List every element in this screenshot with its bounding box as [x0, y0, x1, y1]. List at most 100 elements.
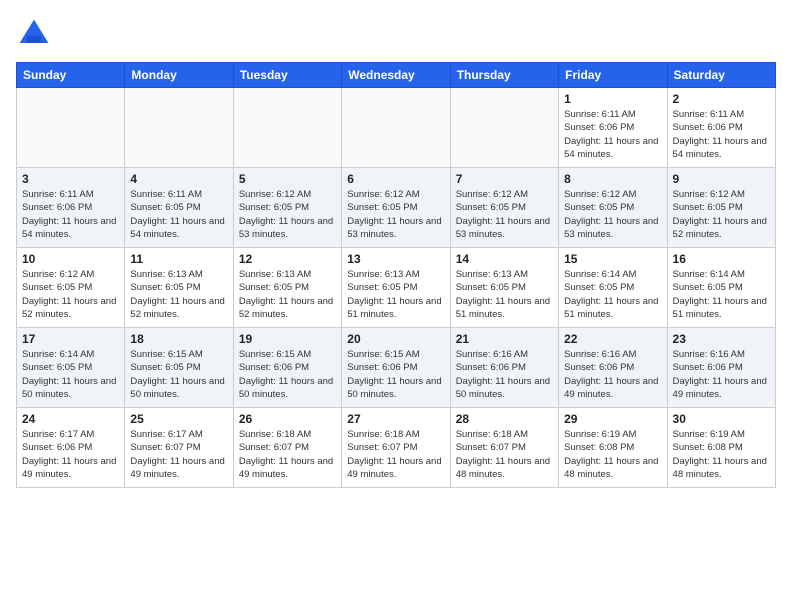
day-cell: 30 Sunrise: 6:19 AM Sunset: 6:08 PM Dayli…	[667, 408, 775, 488]
day-info: Sunrise: 6:18 AM Sunset: 6:07 PM Dayligh…	[347, 428, 444, 481]
day-info: Sunrise: 6:18 AM Sunset: 6:07 PM Dayligh…	[456, 428, 553, 481]
day-info: Sunrise: 6:18 AM Sunset: 6:07 PM Dayligh…	[239, 428, 336, 481]
day-cell: 23 Sunrise: 6:16 AM Sunset: 6:06 PM Dayli…	[667, 328, 775, 408]
day-cell: 27 Sunrise: 6:18 AM Sunset: 6:07 PM Dayli…	[342, 408, 450, 488]
weekday-header-tuesday: Tuesday	[233, 63, 341, 88]
week-row-3: 10 Sunrise: 6:12 AM Sunset: 6:05 PM Dayli…	[17, 248, 776, 328]
day-info: Sunrise: 6:15 AM Sunset: 6:05 PM Dayligh…	[130, 348, 227, 401]
day-cell	[342, 88, 450, 168]
day-info: Sunrise: 6:14 AM Sunset: 6:05 PM Dayligh…	[22, 348, 119, 401]
day-info: Sunrise: 6:14 AM Sunset: 6:05 PM Dayligh…	[673, 268, 770, 321]
day-number: 4	[130, 172, 227, 186]
week-row-5: 24Sunrise: 6:17 AM Sunset: 6:06 PM Dayli…	[17, 408, 776, 488]
day-number: 10	[22, 252, 119, 266]
day-cell: 26 Sunrise: 6:18 AM Sunset: 6:07 PM Dayli…	[233, 408, 341, 488]
day-number: 14	[456, 252, 553, 266]
day-number: 7	[456, 172, 553, 186]
page: SundayMondayTuesdayWednesdayThursdayFrid…	[0, 0, 792, 496]
week-row-2: 3 Sunrise: 6:11 AM Sunset: 6:06 PM Daylig…	[17, 168, 776, 248]
day-cell	[233, 88, 341, 168]
day-number: 16	[673, 252, 770, 266]
day-cell: 8 Sunrise: 6:12 AM Sunset: 6:05 PM Daylig…	[559, 168, 667, 248]
day-info: Sunrise: 6:11 AM Sunset: 6:06 PM Dayligh…	[22, 188, 119, 241]
day-number: 21	[456, 332, 553, 346]
weekday-header-wednesday: Wednesday	[342, 63, 450, 88]
day-number: 11	[130, 252, 227, 266]
day-info: Sunrise: 6:13 AM Sunset: 6:05 PM Dayligh…	[456, 268, 553, 321]
day-cell: 20 Sunrise: 6:15 AM Sunset: 6:06 PM Dayli…	[342, 328, 450, 408]
day-number: 23	[673, 332, 770, 346]
day-cell: 4 Sunrise: 6:11 AM Sunset: 6:05 PM Daylig…	[125, 168, 233, 248]
day-number: 22	[564, 332, 661, 346]
day-cell: 3 Sunrise: 6:11 AM Sunset: 6:06 PM Daylig…	[17, 168, 125, 248]
day-number: 1	[564, 92, 661, 106]
day-number: 26	[239, 412, 336, 426]
day-number: 27	[347, 412, 444, 426]
day-number: 29	[564, 412, 661, 426]
week-row-1: 1 Sunrise: 6:11 AM Sunset: 6:06 PM Daylig…	[17, 88, 776, 168]
day-number: 25	[130, 412, 227, 426]
day-info: Sunrise: 6:11 AM Sunset: 6:05 PM Dayligh…	[130, 188, 227, 241]
day-cell: 25 Sunrise: 6:17 AM Sunset: 6:07 PM Dayli…	[125, 408, 233, 488]
week-row-4: 17Sunrise: 6:14 AM Sunset: 6:05 PM Dayli…	[17, 328, 776, 408]
day-cell: 28Sunrise: 6:18 AM Sunset: 6:07 PM Dayli…	[450, 408, 558, 488]
day-info: Sunrise: 6:13 AM Sunset: 6:05 PM Dayligh…	[347, 268, 444, 321]
day-cell: 10 Sunrise: 6:12 AM Sunset: 6:05 PM Dayli…	[17, 248, 125, 328]
day-info: Sunrise: 6:14 AM Sunset: 6:05 PM Dayligh…	[564, 268, 661, 321]
day-info: Sunrise: 6:12 AM Sunset: 6:05 PM Dayligh…	[673, 188, 770, 241]
day-cell: 21 Sunrise: 6:16 AM Sunset: 6:06 PM Dayli…	[450, 328, 558, 408]
day-info: Sunrise: 6:12 AM Sunset: 6:05 PM Dayligh…	[347, 188, 444, 241]
day-cell: 5 Sunrise: 6:12 AM Sunset: 6:05 PM Daylig…	[233, 168, 341, 248]
day-info: Sunrise: 6:12 AM Sunset: 6:05 PM Dayligh…	[239, 188, 336, 241]
day-cell	[125, 88, 233, 168]
day-number: 3	[22, 172, 119, 186]
day-number: 6	[347, 172, 444, 186]
day-info: Sunrise: 6:16 AM Sunset: 6:06 PM Dayligh…	[564, 348, 661, 401]
header	[16, 16, 776, 52]
day-number: 5	[239, 172, 336, 186]
day-info: Sunrise: 6:12 AM Sunset: 6:05 PM Dayligh…	[22, 268, 119, 321]
day-cell: 6 Sunrise: 6:12 AM Sunset: 6:05 PM Daylig…	[342, 168, 450, 248]
day-cell: 13Sunrise: 6:13 AM Sunset: 6:05 PM Dayli…	[342, 248, 450, 328]
day-number: 2	[673, 92, 770, 106]
day-info: Sunrise: 6:16 AM Sunset: 6:06 PM Dayligh…	[456, 348, 553, 401]
day-number: 8	[564, 172, 661, 186]
day-cell: 22 Sunrise: 6:16 AM Sunset: 6:06 PM Dayli…	[559, 328, 667, 408]
day-cell: 29 Sunrise: 6:19 AM Sunset: 6:08 PM Dayli…	[559, 408, 667, 488]
weekday-header-saturday: Saturday	[667, 63, 775, 88]
day-number: 20	[347, 332, 444, 346]
day-cell: 24Sunrise: 6:17 AM Sunset: 6:06 PM Dayli…	[17, 408, 125, 488]
day-cell: 16 Sunrise: 6:14 AM Sunset: 6:05 PM Dayli…	[667, 248, 775, 328]
weekday-header-friday: Friday	[559, 63, 667, 88]
day-cell: 17Sunrise: 6:14 AM Sunset: 6:05 PM Dayli…	[17, 328, 125, 408]
weekday-header-row: SundayMondayTuesdayWednesdayThursdayFrid…	[17, 63, 776, 88]
day-number: 30	[673, 412, 770, 426]
day-cell: 9 Sunrise: 6:12 AM Sunset: 6:05 PM Daylig…	[667, 168, 775, 248]
day-number: 15	[564, 252, 661, 266]
day-info: Sunrise: 6:19 AM Sunset: 6:08 PM Dayligh…	[673, 428, 770, 481]
day-info: Sunrise: 6:13 AM Sunset: 6:05 PM Dayligh…	[130, 268, 227, 321]
day-number: 9	[673, 172, 770, 186]
day-cell: 15 Sunrise: 6:14 AM Sunset: 6:05 PM Dayli…	[559, 248, 667, 328]
day-info: Sunrise: 6:19 AM Sunset: 6:08 PM Dayligh…	[564, 428, 661, 481]
day-cell: 14 Sunrise: 6:13 AM Sunset: 6:05 PM Dayli…	[450, 248, 558, 328]
day-info: Sunrise: 6:16 AM Sunset: 6:06 PM Dayligh…	[673, 348, 770, 401]
day-number: 18	[130, 332, 227, 346]
calendar: SundayMondayTuesdayWednesdayThursdayFrid…	[16, 62, 776, 488]
day-info: Sunrise: 6:17 AM Sunset: 6:07 PM Dayligh…	[130, 428, 227, 481]
day-info: Sunrise: 6:15 AM Sunset: 6:06 PM Dayligh…	[239, 348, 336, 401]
day-cell	[450, 88, 558, 168]
day-number: 12	[239, 252, 336, 266]
weekday-header-sunday: Sunday	[17, 63, 125, 88]
day-info: Sunrise: 6:11 AM Sunset: 6:06 PM Dayligh…	[673, 108, 770, 161]
day-number: 24	[22, 412, 119, 426]
logo-icon	[16, 16, 52, 52]
day-cell	[17, 88, 125, 168]
day-cell: 2 Sunrise: 6:11 AM Sunset: 6:06 PM Daylig…	[667, 88, 775, 168]
day-info: Sunrise: 6:12 AM Sunset: 6:05 PM Dayligh…	[564, 188, 661, 241]
day-cell: 18 Sunrise: 6:15 AM Sunset: 6:05 PM Dayli…	[125, 328, 233, 408]
day-info: Sunrise: 6:12 AM Sunset: 6:05 PM Dayligh…	[456, 188, 553, 241]
weekday-header-thursday: Thursday	[450, 63, 558, 88]
day-cell: 19Sunrise: 6:15 AM Sunset: 6:06 PM Dayli…	[233, 328, 341, 408]
day-info: Sunrise: 6:15 AM Sunset: 6:06 PM Dayligh…	[347, 348, 444, 401]
